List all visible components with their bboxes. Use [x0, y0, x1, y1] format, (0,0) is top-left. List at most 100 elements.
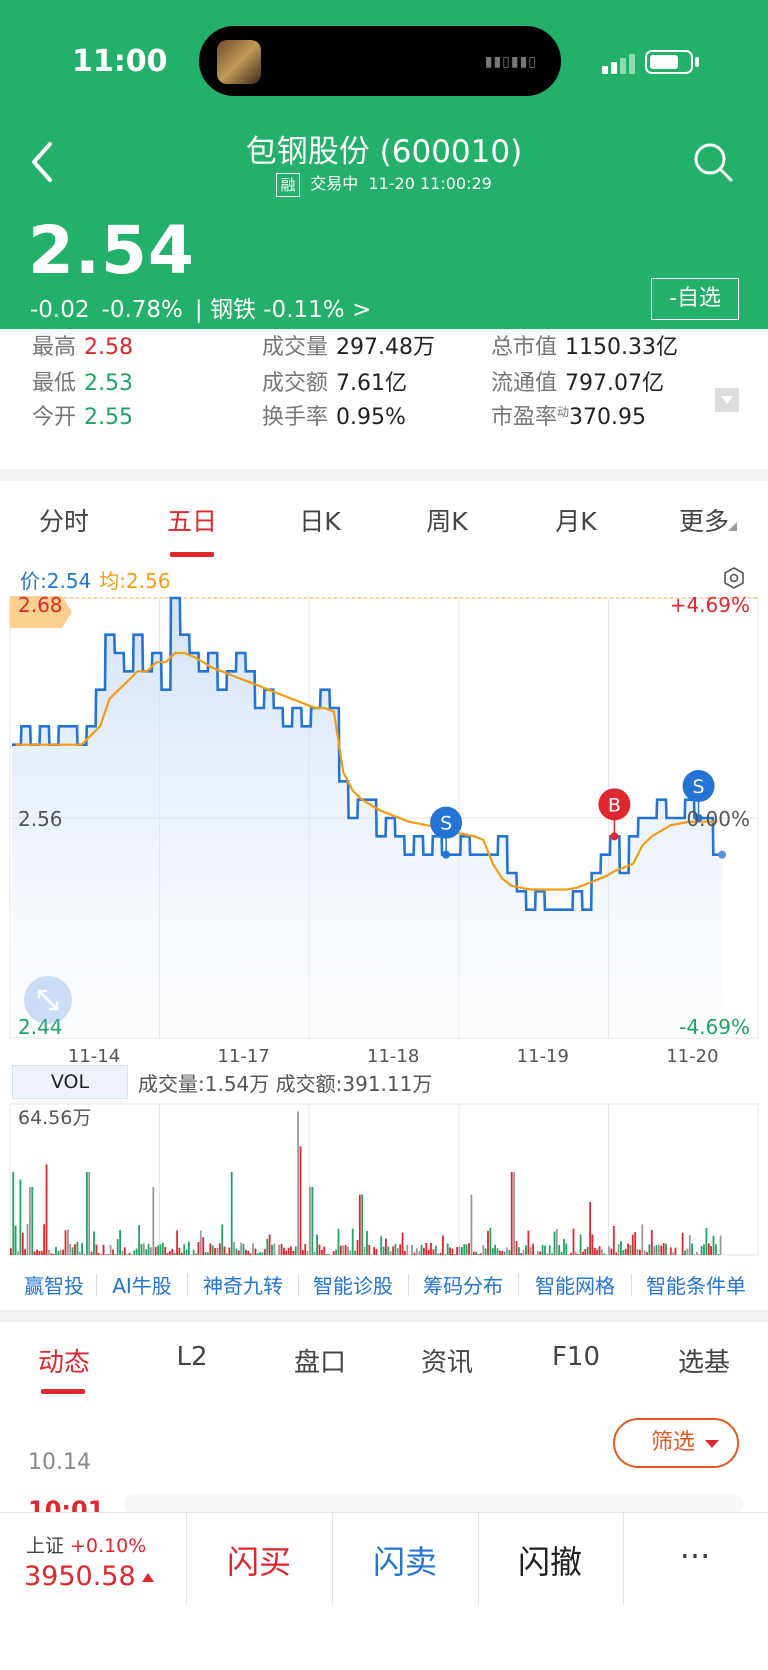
quick-cancel-button[interactable]: 闪撤	[518, 1537, 582, 1583]
stat-value: 370.95	[569, 405, 647, 430]
volume-bar	[572, 1228, 575, 1255]
stat-item: 总市值 1150.33亿	[491, 329, 678, 361]
filter-button[interactable]: 筛选	[613, 1418, 739, 1468]
volume-bar	[560, 1251, 563, 1255]
quick-sell-button[interactable]: 闪卖	[373, 1537, 437, 1583]
volume-bar	[688, 1235, 691, 1255]
volume-bar	[627, 1243, 629, 1255]
volume-bar	[302, 1250, 304, 1255]
divider	[408, 1274, 409, 1296]
divider	[332, 1513, 333, 1605]
volume-bar	[304, 1244, 307, 1255]
volume-bar	[451, 1248, 454, 1255]
info-tab[interactable]: 资讯	[421, 1342, 473, 1379]
five-day-chart[interactable]: SBS2.682.562.44+4.69%0.00%-4.69%11-14 11-…	[0, 590, 768, 1270]
volume-bar	[261, 1252, 264, 1255]
volume-bar	[444, 1254, 447, 1255]
volume-bar	[608, 1246, 610, 1255]
volume-bar	[415, 1248, 418, 1255]
volume-bar	[484, 1248, 487, 1255]
remove-watchlist-button[interactable]: -自选	[651, 278, 739, 320]
sector-link[interactable]: | 钢铁 -0.11% >	[195, 297, 371, 323]
volume-bar	[214, 1248, 216, 1255]
info-tab[interactable]: L2	[176, 1342, 207, 1372]
chart-tab[interactable]: 分时	[39, 502, 89, 538]
volume-bar	[325, 1253, 328, 1255]
fullscreen-button[interactable]	[24, 976, 72, 1024]
volume-bar	[109, 1245, 112, 1255]
volume-bar	[358, 1194, 361, 1255]
volume-bar	[230, 1172, 233, 1256]
index-value-text: 3950.58	[24, 1561, 136, 1592]
chart-settings-icon[interactable]	[722, 566, 746, 590]
volume-bar	[185, 1249, 188, 1255]
chart-tab[interactable]: 五日	[167, 502, 217, 538]
volume-bar	[655, 1245, 658, 1255]
feed-card[interactable]	[124, 1494, 744, 1514]
volume-bar	[100, 1254, 102, 1255]
volume-bar	[392, 1246, 394, 1255]
more-button[interactable]: ···	[680, 1537, 711, 1575]
divider	[298, 1274, 299, 1296]
volume-bar	[195, 1253, 197, 1255]
volume-bar	[332, 1251, 335, 1255]
volume-bar	[430, 1243, 432, 1255]
quick-buy-button[interactable]: 闪买	[227, 1537, 291, 1583]
volume-bar	[719, 1235, 722, 1255]
tool-link[interactable]: 智能条件单	[646, 1270, 746, 1299]
volume-bar	[700, 1245, 703, 1255]
volume-bar	[496, 1248, 499, 1255]
volume-bar	[418, 1251, 421, 1255]
chart-tab[interactable]: 周K	[426, 502, 467, 538]
volume-indicator-tag[interactable]: VOL	[12, 1065, 128, 1099]
volume-bar	[21, 1232, 24, 1255]
volume-bar	[522, 1250, 525, 1255]
stat-value: 7.61亿	[336, 371, 408, 396]
tool-link[interactable]: AI牛股	[112, 1270, 172, 1299]
x-tick-label: 11-19	[517, 1046, 569, 1067]
volume-bar	[577, 1253, 580, 1255]
chart-tab[interactable]: 更多	[679, 502, 729, 538]
info-tab[interactable]: 盘口	[294, 1342, 346, 1379]
volume-bar	[123, 1247, 126, 1255]
tool-link[interactable]: 神奇九转	[203, 1270, 283, 1299]
volume-bar	[596, 1249, 599, 1255]
info-tab[interactable]: 选基	[678, 1342, 730, 1379]
volume-bar	[593, 1247, 596, 1255]
trade-marker-dot	[610, 832, 619, 841]
search-icon[interactable]	[691, 140, 735, 184]
dynamic-island[interactable]: ▮▮▯▮▮▯	[199, 26, 561, 96]
trade-marker-dot	[442, 850, 451, 859]
volume-bar	[50, 1253, 53, 1255]
battery-icon	[645, 50, 693, 74]
tool-link[interactable]: 赢智投	[24, 1270, 84, 1299]
volume-bar	[285, 1250, 288, 1255]
tool-link[interactable]: 筹码分布	[423, 1270, 503, 1299]
chart-tab[interactable]: 日K	[299, 502, 340, 538]
volume-bar	[209, 1243, 212, 1255]
volume-bar	[394, 1244, 397, 1255]
volume-bar	[40, 1250, 43, 1255]
volume-bar	[672, 1252, 675, 1255]
volume-bar	[97, 1253, 100, 1255]
index-name[interactable]: 上证 +0.10%	[26, 1531, 146, 1558]
info-tab[interactable]: 动态	[38, 1342, 90, 1379]
volume-bar	[192, 1249, 195, 1255]
volume-bar	[620, 1241, 622, 1255]
volume-bar	[598, 1246, 601, 1255]
stat-value: 2.55	[84, 405, 133, 430]
volume-bar	[107, 1254, 110, 1255]
volume-max-label: 64.56万	[18, 1107, 92, 1129]
volume-bar	[309, 1187, 311, 1255]
volume-bar	[389, 1251, 392, 1255]
volume-bar	[164, 1247, 167, 1255]
volume-bar	[249, 1253, 252, 1255]
info-tab[interactable]: F10	[552, 1342, 600, 1372]
expand-stats-icon[interactable]	[715, 388, 739, 412]
chart-tab[interactable]: 月K	[555, 502, 596, 538]
volume-bar	[306, 1251, 309, 1255]
tool-link[interactable]: 智能网格	[535, 1270, 615, 1299]
volume-bar	[477, 1253, 480, 1255]
tool-link[interactable]: 智能诊股	[313, 1270, 393, 1299]
volume-bar	[339, 1245, 342, 1255]
